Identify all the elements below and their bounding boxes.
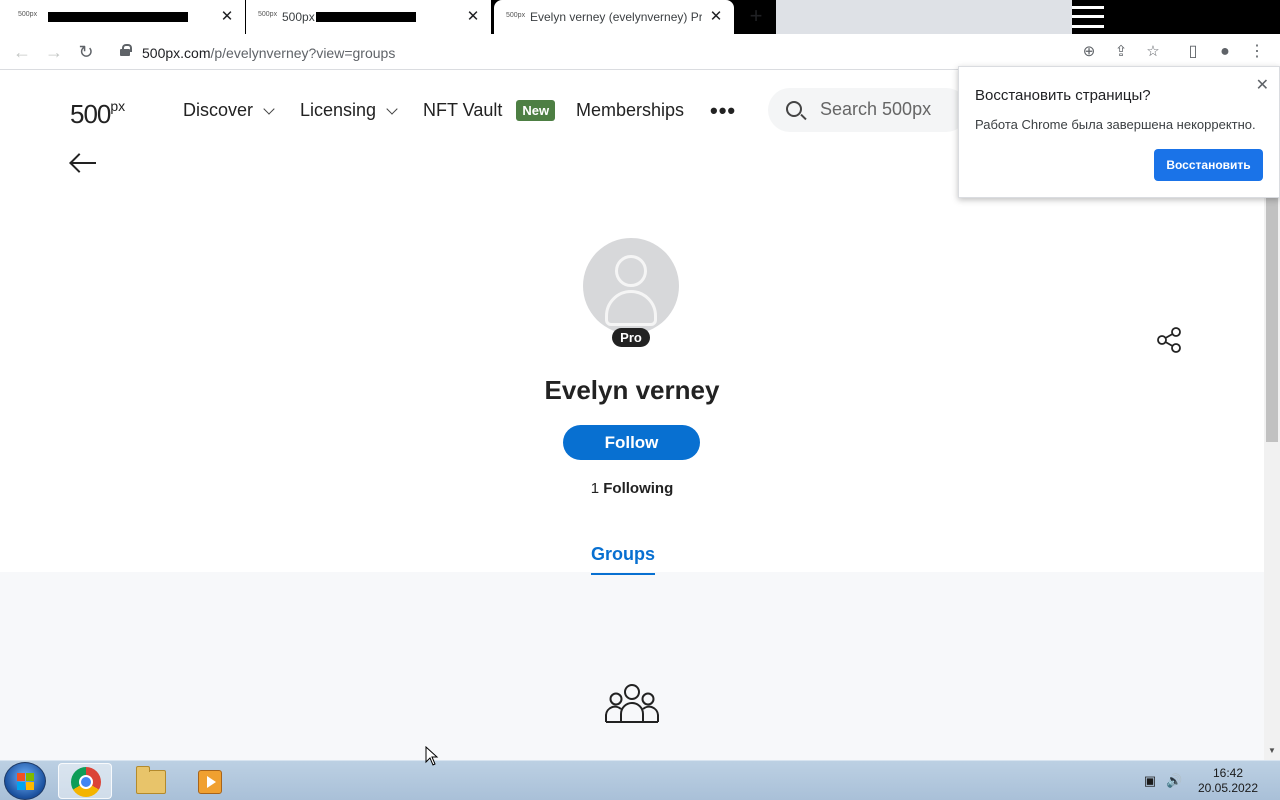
favicon-icon: 500px: [18, 11, 38, 18]
redacted-title: [316, 12, 416, 22]
nav-licensing[interactable]: Licensing: [300, 100, 398, 121]
close-tab-icon[interactable]: ✕: [708, 9, 724, 25]
nav-memberships[interactable]: Memberships: [576, 100, 684, 121]
avatar-body-shape: [605, 290, 657, 326]
groups-content-area: [0, 572, 1264, 760]
start-button[interactable]: [4, 762, 46, 800]
tab-title: Evelyn verney (evelynverney) Pro: [530, 10, 702, 24]
reload-icon[interactable]: ↻: [76, 42, 96, 62]
lock-icon[interactable]: [120, 44, 132, 56]
nav-memberships-label: Memberships: [576, 100, 685, 120]
window-menu-icon[interactable]: [1072, 6, 1104, 28]
tab-groups[interactable]: Groups: [591, 544, 656, 575]
restore-pages-popup: Восстановить страницы? Работа Chrome был…: [958, 66, 1280, 198]
favicon-icon: 500px: [506, 12, 526, 19]
restore-button[interactable]: Восстановить: [1154, 149, 1263, 181]
browser-toolbar: ← → ↻ 500px.com/p/evelynverney?view=grou…: [0, 34, 1280, 70]
chrome-icon: [71, 767, 101, 797]
close-icon[interactable]: ✕: [1256, 75, 1269, 95]
redacted-title: [48, 12, 188, 22]
groups-icon: [605, 684, 659, 723]
avatar: [583, 238, 679, 334]
search-icon: [786, 101, 802, 117]
browser-tab[interactable]: 500px ✕: [0, 0, 245, 34]
clock-date: 20.05.2022: [1197, 781, 1259, 795]
volume-icon[interactable]: 🔊: [1166, 773, 1182, 789]
back-arrow-icon[interactable]: [70, 148, 100, 178]
close-tab-icon[interactable]: ✕: [465, 9, 481, 25]
nav-discover[interactable]: Discover: [183, 100, 275, 121]
popup-message: Работа Chrome была завершена некорректно…: [975, 117, 1256, 132]
clock-time: 16:42: [1212, 766, 1244, 780]
share-page-icon[interactable]: ⇪: [1112, 43, 1130, 61]
taskbar-chrome[interactable]: [58, 763, 112, 799]
browser-tab-strip: 500px ✕ 500px 500px ✕ 500px Evelyn verne…: [0, 0, 1280, 34]
system-clock[interactable]: 16:42 20.05.2022: [1190, 766, 1266, 796]
following-number: 1: [590, 480, 600, 497]
nav-nft-vault[interactable]: NFT Vault New: [423, 100, 556, 121]
favicon-icon: 500px: [258, 11, 278, 18]
profile-icon[interactable]: ●: [1215, 42, 1235, 62]
mouse-cursor-icon: [425, 746, 439, 766]
tab-title: 500px: [282, 10, 315, 24]
follow-button[interactable]: Follow: [563, 425, 700, 460]
pro-badge: Pro: [612, 328, 650, 347]
bookmark-star-icon[interactable]: ☆: [1144, 43, 1162, 61]
browser-tab-active[interactable]: 500px Evelyn verney (evelynverney) Pro ✕: [494, 0, 734, 34]
forward-icon[interactable]: →: [44, 42, 64, 62]
nav-nft-vault-label: NFT Vault: [423, 100, 503, 120]
following-count[interactable]: 1 Following: [0, 480, 1264, 497]
chevron-down-icon: [386, 102, 398, 115]
profile-name: Evelyn verney: [544, 375, 720, 405]
new-badge: New: [516, 100, 556, 121]
media-player-icon: [198, 770, 222, 794]
chevron-down-icon: [263, 102, 275, 115]
search-box[interactable]: [768, 88, 968, 132]
following-label: Following: [603, 480, 674, 497]
nav-discover-label: Discover: [183, 100, 254, 120]
windows-taskbar: ▣ 🔊 16:42 20.05.2022: [0, 760, 1280, 800]
windows-logo-icon: [17, 773, 35, 791]
scroll-down-arrow-icon[interactable]: ▼: [1268, 746, 1276, 755]
share-icon[interactable]: [1156, 326, 1184, 354]
tab-strip-empty: [776, 0, 1072, 34]
close-tab-icon[interactable]: ✕: [219, 9, 235, 25]
zoom-icon[interactable]: ⊕: [1080, 43, 1098, 61]
site-logo[interactable]: 500px: [70, 98, 125, 130]
taskbar-media-player[interactable]: [182, 763, 236, 799]
chrome-menu-icon[interactable]: ⋮: [1247, 42, 1267, 62]
network-icon[interactable]: ▣: [1142, 773, 1158, 789]
scrollbar-thumb[interactable]: [1266, 196, 1278, 442]
browser-tab[interactable]: 500px 500px ✕: [246, 0, 491, 34]
side-panel-icon[interactable]: ▯: [1183, 42, 1203, 62]
avatar-head-shape: [615, 255, 647, 287]
taskbar-explorer[interactable]: [122, 763, 176, 799]
popup-title: Восстановить страницы?: [975, 87, 1151, 104]
folder-icon: [136, 766, 166, 794]
nav-licensing-label: Licensing: [300, 100, 377, 120]
address-bar[interactable]: 500px.com/p/evelynverney?view=groups ⊕ ⇪…: [110, 36, 1210, 68]
url-text[interactable]: 500px.com/p/evelynverney?view=groups: [142, 45, 395, 61]
more-menu-button[interactable]: •••: [710, 98, 736, 124]
search-input[interactable]: [820, 99, 960, 120]
back-icon[interactable]: ←: [12, 42, 32, 62]
new-tab-button[interactable]: +: [744, 5, 768, 29]
